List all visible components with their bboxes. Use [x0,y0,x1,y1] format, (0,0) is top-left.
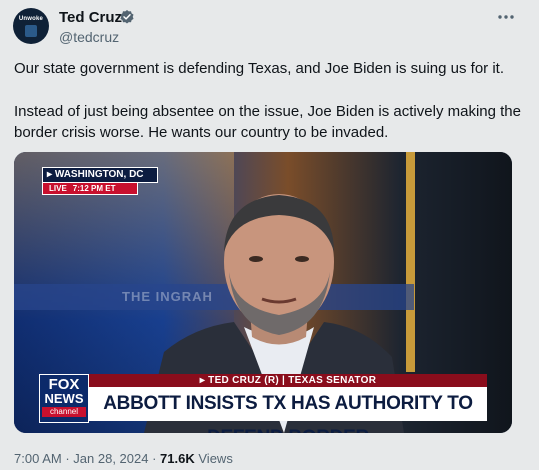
fox-logo-line2: NEWS [44,391,84,406]
live-label: LIVE [49,184,67,193]
more-dots-icon [498,15,514,19]
verified-badge-icon[interactable] [119,9,135,25]
tweet-date[interactable]: Jan 28, 2024 [73,451,148,466]
more-icon[interactable] [496,7,516,27]
tweet-metadata: 7:00 AM · Jan 28, 2024 · 71.6K Views [14,451,233,466]
author-handle[interactable]: @tedcruz [59,29,119,45]
live-label-box: LIVE 7:12 PM ET [42,183,138,195]
author-name[interactable]: Ted Cruz [59,9,122,26]
tweet-paragraph-2: Instead of just being absentee on the is… [14,103,521,141]
views-label: Views [198,451,233,466]
views-count[interactable]: 71.6K [160,451,195,466]
location-text: WASHINGTON, DC [54,169,144,180]
fox-logo-line3: channel [42,407,86,417]
tweet-video[interactable]: THE INGRAH ▸ WASHINGTON, DC LIVE 7:12 PM … [14,152,512,433]
avatar-logo-icon [25,25,37,37]
fox-news-logo: FOX NEWS channel [39,374,89,423]
location-bug: ▸ WASHINGTON, DC LIVE 7:12 PM ET [42,167,158,195]
chyron-name-text: TED CRUZ (R) | TEXAS SENATOR [208,375,377,386]
tweet-paragraph-1: Our state government is defending Texas,… [14,60,505,77]
chyron-name-banner: ▸ TED CRUZ (R) | TEXAS SENATOR [89,374,487,387]
avatar-text: Unwoke [18,16,44,22]
separator-dot-2: · [152,451,161,466]
chyron-arrow-icon: ▸ [199,375,209,386]
fox-logo-line1: FOX [48,376,80,393]
live-time: 7:12 PM ET [72,184,116,193]
location-arrow-icon: ▸ [47,169,55,180]
chyron-headline: ABBOTT INSISTS TX HAS AUTHORITY TO DEFEN… [89,387,487,433]
tweet-time[interactable]: 7:00 AM [14,451,62,466]
avatar[interactable]: Unwoke [13,8,49,44]
location-label: ▸ WASHINGTON, DC [42,167,158,183]
